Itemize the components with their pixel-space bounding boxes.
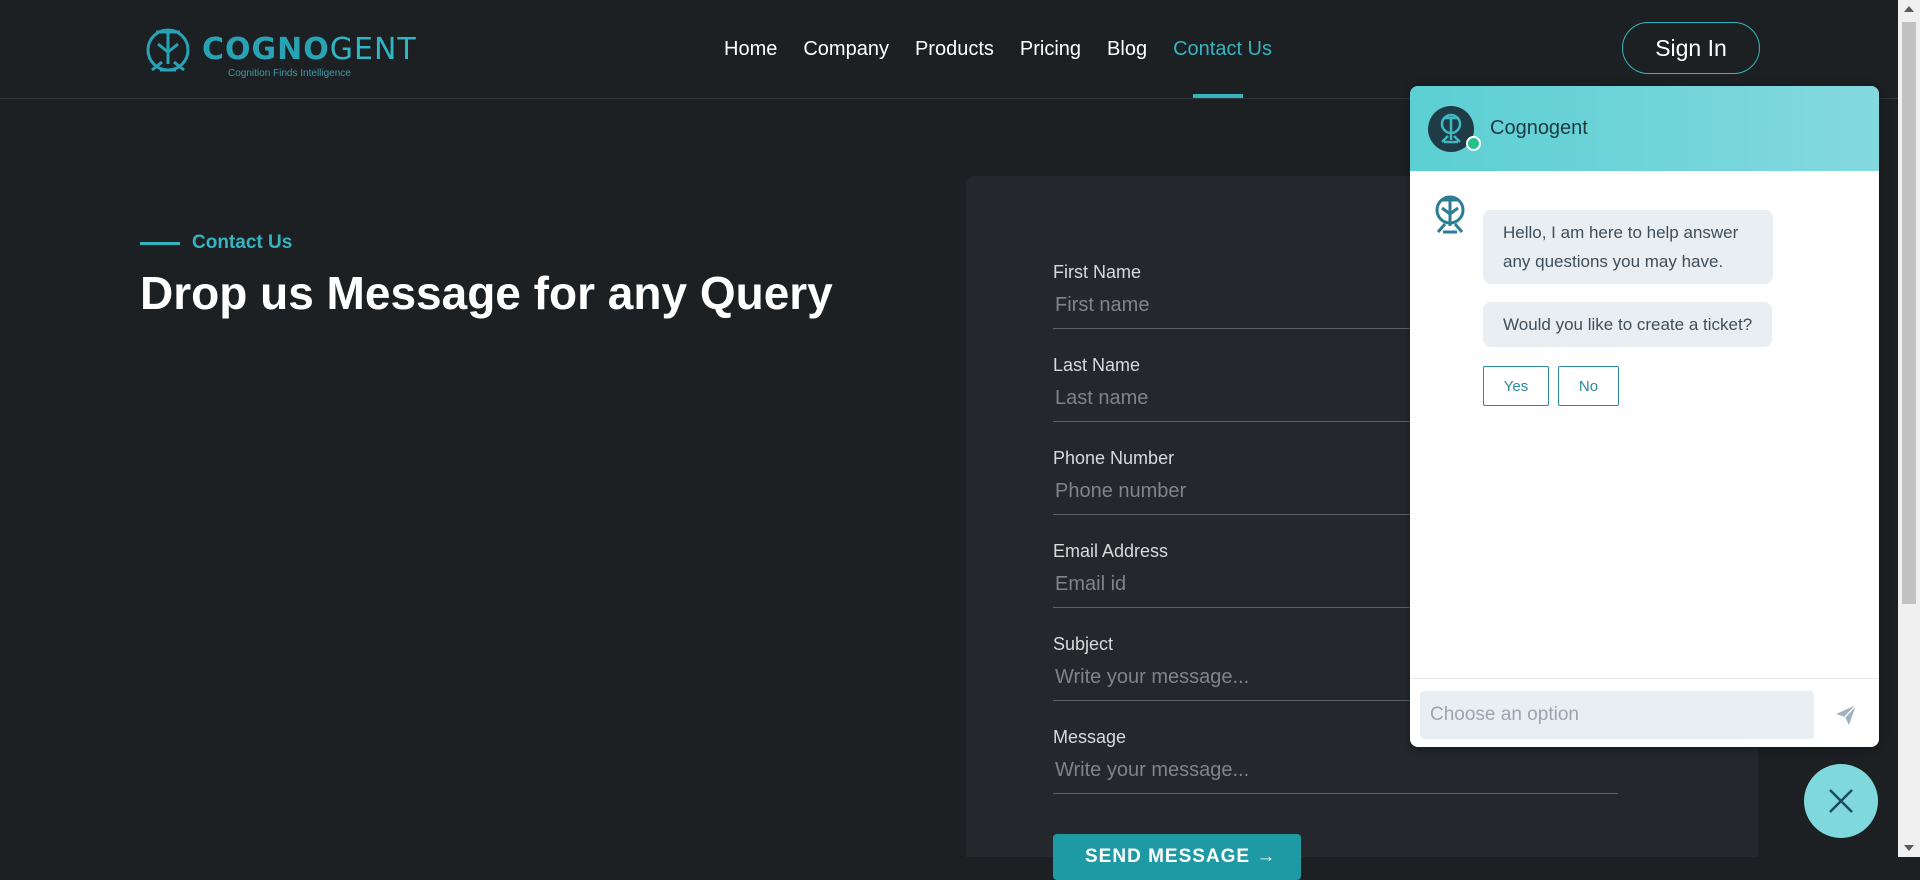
site-header: COGNOGENT Cognition Finds Intelligence H… [0, 0, 1898, 99]
logo-wordmark-light: GENT [329, 32, 417, 67]
cognogent-logo-icon [146, 28, 190, 72]
message-input[interactable] [1053, 758, 1622, 783]
section-eyebrow: Contact Us [140, 232, 292, 254]
nav-home[interactable]: Home [724, 38, 777, 61]
page-title: Drop us Message for any Query [140, 267, 833, 319]
logo-wordmark: COGNOGENT [202, 32, 417, 67]
chat-title: Cognogent [1490, 117, 1588, 139]
logo-tagline: Cognition Finds Intelligence [228, 68, 351, 79]
sign-in-button[interactable]: Sign In [1622, 22, 1760, 74]
logo-wordmark-bold: COGNO [202, 32, 330, 67]
bot-icon [1435, 195, 1465, 234]
page-scrollbar[interactable] [1898, 0, 1920, 857]
chat-close-button[interactable] [1804, 764, 1878, 838]
send-message-button[interactable]: SEND MESSAGE → [1053, 834, 1301, 880]
brand-logo[interactable]: COGNOGENT Cognition Finds Intelligence [142, 20, 416, 82]
eyebrow-label: Contact Us [192, 232, 293, 253]
chat-message-ticket-question: Would you like to create a ticket? [1483, 302, 1773, 347]
nav-contact[interactable]: Contact Us [1173, 38, 1272, 61]
chat-footer [1410, 678, 1879, 747]
nav-pricing[interactable]: Pricing [1020, 38, 1081, 61]
paper-plane-icon[interactable] [1834, 703, 1858, 727]
chat-input[interactable] [1420, 691, 1814, 739]
scroll-up-arrow-icon[interactable] [1904, 6, 1914, 12]
close-icon [1829, 789, 1853, 813]
chat-option-yes[interactable]: Yes [1483, 366, 1549, 406]
nav-products[interactable]: Products [915, 38, 994, 61]
nav-company[interactable]: Company [803, 38, 889, 61]
eyebrow-line [140, 241, 180, 245]
chat-header: Cognogent [1410, 86, 1879, 171]
scroll-down-arrow-icon[interactable] [1904, 845, 1914, 851]
chat-widget: Cognogent Hello, I am here to help answe… [1410, 86, 1879, 747]
nav-blog[interactable]: Blog [1107, 38, 1147, 61]
online-status-dot [1466, 136, 1481, 151]
chat-option-no[interactable]: No [1558, 366, 1619, 406]
scroll-thumb[interactable] [1902, 22, 1916, 604]
chat-message-greeting: Hello, I am here to help answer any ques… [1483, 210, 1773, 284]
main-nav: Home Company Products Pricing Blog Conta… [724, 38, 1272, 61]
active-nav-indicator [1193, 94, 1243, 98]
